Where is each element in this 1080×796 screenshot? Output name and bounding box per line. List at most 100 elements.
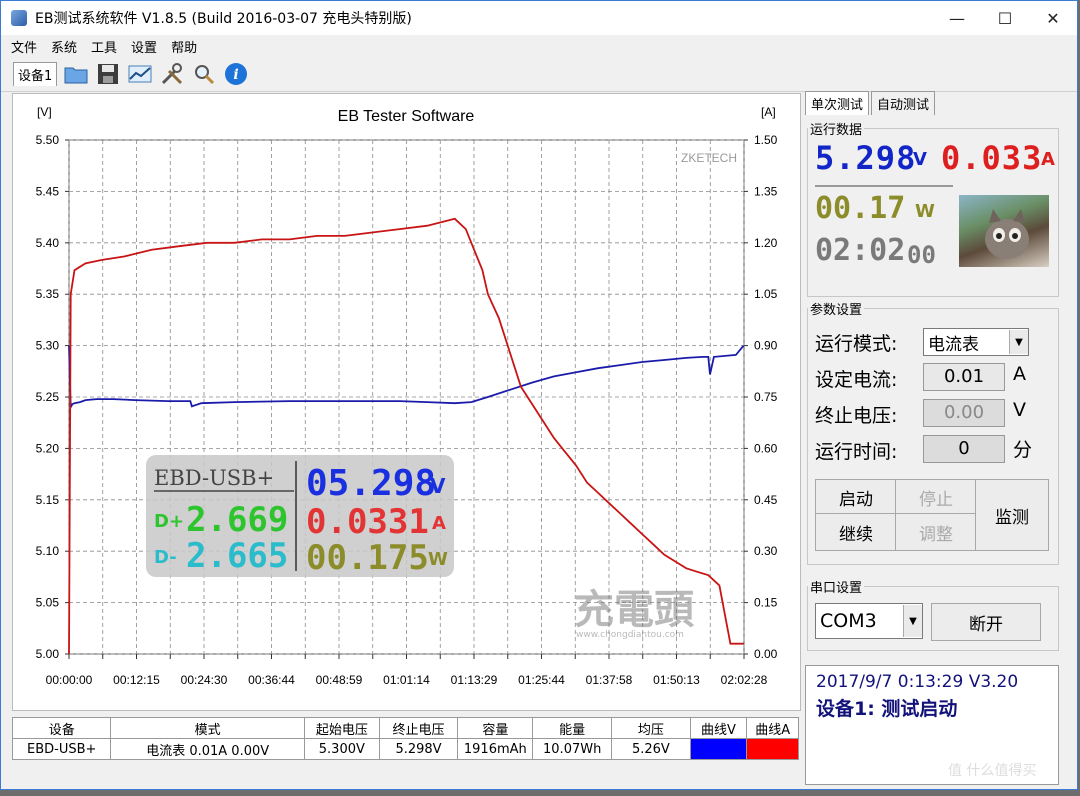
current-input[interactable]: 0.01 [923,363,1005,391]
table-cell: EBD-USB+ [11,738,112,760]
run-voltage: 5.298 [815,139,917,177]
y-right-tick-label: 0.90 [754,339,778,353]
overlay-dplus-label: D+ [154,511,184,532]
y-right-tick-label: 0.15 [754,596,778,610]
menu-help[interactable]: 帮助 [171,37,197,56]
start-button[interactable]: 启动 [815,479,897,515]
curve-v-swatch[interactable] [689,738,748,760]
table-header: 均压 [611,717,691,739]
y-left-tick-label: 5.00 [36,647,60,661]
stop-voltage-unit: V [1013,399,1026,421]
save-icon[interactable] [95,61,121,87]
x-tick-label: 00:00:00 [46,673,93,687]
run-power: 00.17 [815,191,906,226]
run-current-unit: A [1041,149,1055,170]
right-panel: 单次测试 自动测试 运行数据 5.298 V 0.033 A 00.17 W 0… [805,91,1063,785]
x-tick-label: 01:01:14 [383,673,430,687]
run-time-row: 02:02 00 [815,233,955,273]
close-button[interactable]: ✕ [1029,1,1077,35]
adjust-button[interactable]: 调整 [895,513,977,551]
y-left-tick-label: 5.35 [36,287,60,301]
menu-bar: 文件 系统 工具 设置 帮助 [1,35,1077,57]
table-header: 设备 [11,717,112,739]
chevron-down-icon[interactable]: ▼ [903,605,922,637]
table-row[interactable]: EBD-USB+ 电流表 0.01A 0.00V 5.300V 5.298V 1… [11,738,799,760]
continue-button[interactable]: 继续 [815,513,897,551]
mode-label: 运行模式: [815,333,898,355]
run-data-row1: 5.298 V 0.033 A [815,139,1055,179]
maximize-button[interactable]: ☐ [981,1,1029,35]
svg-text:i: i [234,67,239,83]
tab-single-test[interactable]: 单次测试 [805,91,870,115]
x-tick-label: 00:48:59 [316,673,363,687]
brand-watermark-url: www.chongdiantou.com [576,630,684,640]
cat-photo [959,195,1049,267]
tab-auto-test[interactable]: 自动测试 [871,91,936,115]
table-header: 终止电压 [378,717,459,739]
y-left-tick-label: 5.30 [36,339,60,353]
monitor-button[interactable]: 监测 [975,479,1049,551]
overlay-dplus-value: 2.669 [186,500,288,540]
search-icon[interactable] [191,61,217,87]
mode-select[interactable]: 电流表 ▼ [923,328,1029,356]
y-right-tick-label: 0.00 [754,647,778,661]
run-data-divider [815,185,953,187]
chart-icon[interactable] [127,61,153,87]
overlay-dminus-value: 2.665 [186,536,288,576]
run-power-unit: W [915,201,935,222]
y-left-tick-label: 5.20 [36,441,60,455]
minimize-button[interactable]: — [933,1,981,35]
voltage-series-line [68,345,745,408]
y-left-tick-label: 5.45 [36,184,60,198]
tools-icon[interactable] [159,61,185,87]
menu-tools[interactable]: 工具 [91,37,117,56]
right-axis-unit: [A] [761,105,776,119]
params-legend: 参数设置 [810,303,863,318]
stop-voltage-row: 终止电压: [815,401,897,428]
current-unit: A [1013,363,1026,385]
overlay-current: 0.0331 [306,502,429,542]
chevron-down-icon[interactable]: ▼ [1009,330,1028,354]
window-title: EB测试系统软件 V1.8.5 (Build 2016-03-07 充电头特别版… [35,11,412,27]
overlay-current-unit: A [432,513,446,534]
mode-select-value: 电流表 [928,334,979,355]
y-left-tick-label: 5.05 [36,596,60,610]
y-right-tick-label: 1.20 [754,236,778,250]
folder-icon[interactable] [63,61,89,87]
table-header-row: 设备 模式 起始电压 终止电压 容量 能量 均压 曲线V 曲线A [11,717,799,739]
table-header: 曲线V [689,717,748,739]
curve-a-swatch[interactable] [746,738,799,760]
table-cell: 1916mAh [457,738,534,760]
menu-settings[interactable]: 设置 [131,37,157,56]
current-row: 设定电流: [815,365,897,392]
run-time-input[interactable]: 0 [923,435,1005,463]
status-line-1: 2017/9/7 0:13:29 V3.20 [816,672,1019,692]
overlay-voltage: 05.298 [306,463,436,504]
stop-voltage-input[interactable]: 0.00 [923,399,1005,427]
stop-button[interactable]: 停止 [895,479,977,515]
x-tick-label: 02:02:28 [721,673,768,687]
info-icon[interactable]: i [223,61,249,87]
overlay-power: 00.175 [306,538,429,577]
run-power-row: 00.17 W [815,191,955,231]
run-time-param-row: 运行时间: [815,437,897,464]
x-tick-label: 00:12:15 [113,673,160,687]
results-table: 设备 模式 起始电压 终止电压 容量 能量 均压 曲线V 曲线A EBD-USB… [11,717,799,760]
menu-file[interactable]: 文件 [11,37,37,56]
y-right-tick-label: 1.35 [754,184,778,198]
com-port-select[interactable]: COM3 ▼ [815,603,923,639]
zketech-watermark: ZKETECH [681,151,737,165]
run-time: 02:02 [815,233,906,268]
table-cell: 电流表 0.01A 0.00V [110,738,305,760]
left-axis-unit: [V] [37,105,52,119]
device-tab[interactable]: 设备1 [13,62,58,86]
table-cell: 10.07Wh [532,738,613,760]
menu-system[interactable]: 系统 [51,37,77,56]
table-cell: 5.298V [378,738,459,760]
run-time-label: 运行时间: [815,441,898,463]
table-header: 模式 [110,717,305,739]
disconnect-button[interactable]: 断开 [931,603,1041,641]
table-header: 曲线A [746,717,799,739]
app-icon [11,10,27,26]
x-tick-label: 01:25:44 [518,673,565,687]
